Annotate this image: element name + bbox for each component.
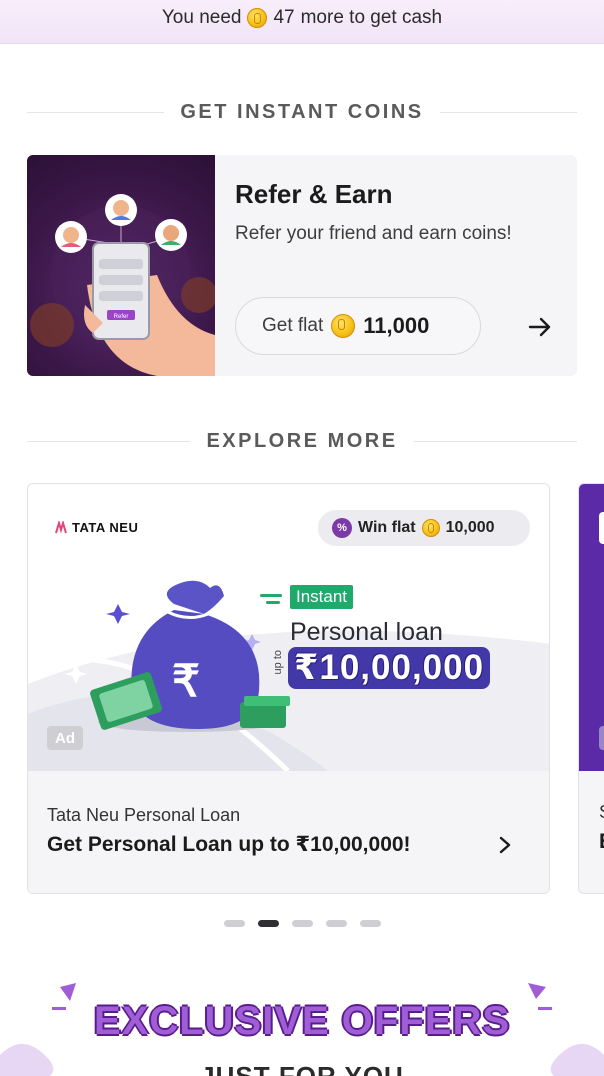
- win-label: Win flat: [358, 519, 416, 536]
- offer-provider: Tata Neu Personal Loan: [47, 805, 241, 825]
- cash-progress-banner: You need 47 more to get cash: [0, 0, 604, 44]
- refer-reward-pill[interactable]: Get flat 11,000: [235, 297, 481, 355]
- carousel-dot[interactable]: [360, 920, 381, 927]
- next-offer-ad-badge: [599, 726, 604, 750]
- refer-illustration: Refer: [27, 155, 215, 376]
- loan-upto: up to: [272, 650, 284, 675]
- next-offer-card[interactable]: S E: [578, 483, 604, 894]
- next-offer-headline: E: [599, 830, 604, 854]
- next-offer-provider: S: [599, 802, 604, 823]
- refer-earn-card[interactable]: Refer Refer & Earn Refer your friend and…: [27, 155, 577, 376]
- arrow-right-icon[interactable]: [527, 314, 553, 340]
- section-title: EXPLORE MORE: [206, 430, 398, 452]
- chevron-right-icon[interactable]: [496, 834, 514, 856]
- section-title: GET INSTANT COINS: [180, 101, 424, 123]
- carousel-indicator: [224, 920, 381, 927]
- reward-value: 11,000: [363, 313, 430, 338]
- illustration-refer-label: Refer: [114, 314, 129, 320]
- coin-icon: [247, 7, 268, 28]
- brand-name: TATA NEU: [72, 520, 139, 535]
- banner-prefix: You need: [161, 6, 242, 28]
- offer-details[interactable]: Tata Neu Personal Loan Get Personal Loan…: [28, 771, 549, 893]
- instant-tag: Instant: [290, 585, 354, 609]
- reward-label: Get flat: [262, 315, 324, 336]
- refer-subtitle: Refer your friend and earn coins!: [235, 223, 512, 244]
- divider: [27, 441, 191, 442]
- tata-neu-icon: [55, 520, 67, 534]
- win-coins-pill: % Win flat 10,000: [318, 510, 530, 546]
- explore-more-heading: EXPLORE MORE: [27, 430, 578, 453]
- divider: [413, 441, 578, 442]
- refer-title: Refer & Earn: [235, 179, 393, 209]
- loan-label: Personal loan: [290, 618, 443, 646]
- offer-banner: ₹ TATA NEU % Win flat 10,000 Instant Per…: [28, 484, 549, 771]
- divider: [439, 112, 577, 113]
- percent-icon: %: [332, 518, 352, 538]
- tata-neu-offer-card[interactable]: ₹ TATA NEU % Win flat 10,000 Instant Per…: [27, 483, 550, 894]
- exclusive-subtitle: JUST FOR YOU: [200, 1061, 404, 1076]
- loan-amount: ₹10,00,000: [288, 647, 491, 689]
- exclusive-title: EXCLUSIVE OFFERS: [93, 999, 511, 1043]
- exclusive-offers-section: EXCLUSIVE OFFERS JUST FOR YOU: [0, 975, 604, 1076]
- next-offer-logo: [599, 512, 604, 544]
- coin-icon: [331, 314, 356, 338]
- banner-amount: 47: [273, 6, 295, 28]
- banner-suffix: more to get cash: [300, 6, 443, 28]
- win-value: 10,000: [445, 519, 495, 536]
- carousel-dot[interactable]: [326, 920, 347, 927]
- get-instant-coins-heading: GET INSTANT COINS: [27, 101, 577, 124]
- ad-badge: Ad: [47, 726, 83, 750]
- coin-icon: [421, 519, 440, 537]
- tata-neu-logo: TATA NEU: [54, 520, 138, 535]
- divider: [27, 112, 165, 113]
- offer-headline: Get Personal Loan up to ₹10,00,000!: [47, 833, 411, 856]
- carousel-dot-active[interactable]: [258, 920, 279, 927]
- carousel-dot[interactable]: [292, 920, 313, 927]
- svg-text:₹: ₹: [172, 657, 200, 706]
- carousel-dot[interactable]: [224, 920, 245, 927]
